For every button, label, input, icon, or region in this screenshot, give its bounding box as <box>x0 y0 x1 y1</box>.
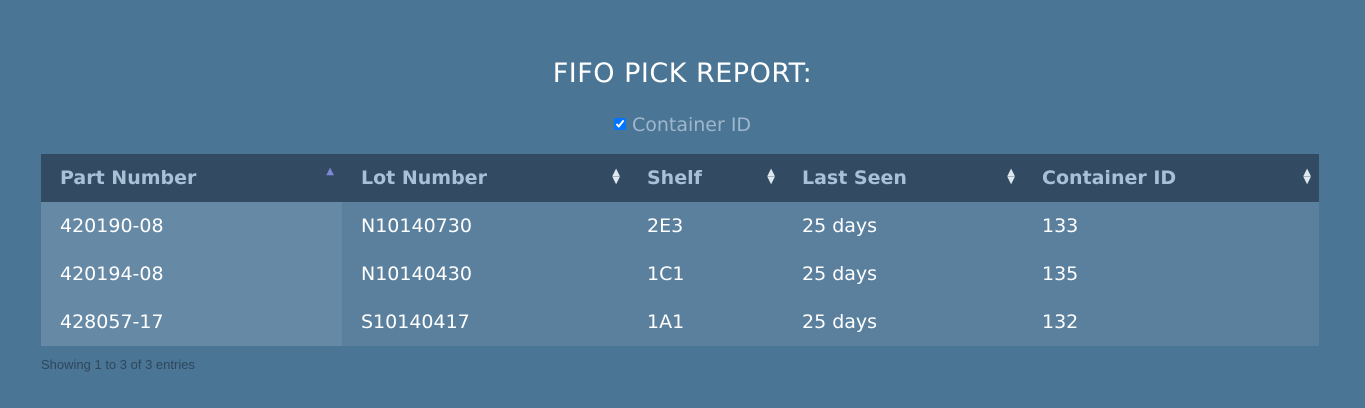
page-title: FIFO PICK REPORT: <box>552 58 813 89</box>
column-toggle-container-id[interactable]: Container ID <box>0 114 1365 136</box>
container-id-checkbox[interactable] <box>613 118 626 130</box>
column-header-part-number[interactable]: Part Number ▲ <box>41 154 342 202</box>
column-header-shelf[interactable]: Shelf ▲ ▼ <box>628 154 783 202</box>
cell-last-seen: 25 days <box>783 202 1023 250</box>
fifo-pick-table: Part Number ▲ Lot Number ▲ ▼ Shelf ▲ ▼ Last S… <box>41 154 1319 346</box>
sort-both-icon: ▲ ▼ <box>1303 167 1311 186</box>
cell-lot-number: S10140417 <box>342 298 628 346</box>
column-header-last-seen[interactable]: Last Seen ▲ ▼ <box>783 154 1023 202</box>
column-label: Last Seen <box>802 167 907 189</box>
sort-ascending-icon: ▲ <box>326 166 334 177</box>
cell-part-number: 420194-08 <box>41 250 342 298</box>
cell-lot-number: N10140730 <box>342 202 628 250</box>
table-header-row: Part Number ▲ Lot Number ▲ ▼ Shelf ▲ ▼ Last S… <box>41 154 1319 202</box>
sort-both-icon: ▲ ▼ <box>1007 167 1015 186</box>
cell-shelf: 1A1 <box>628 298 783 346</box>
cell-shelf: 2E3 <box>628 202 783 250</box>
table-row[interactable]: 420194-08 N10140430 1C1 25 days 135 <box>41 250 1319 298</box>
column-toggle-label: Container ID <box>631 114 752 136</box>
column-label: Lot Number <box>361 167 487 189</box>
cell-last-seen: 25 days <box>783 298 1023 346</box>
cell-shelf: 1C1 <box>628 250 783 298</box>
table-row[interactable]: 420190-08 N10140730 2E3 25 days 133 <box>41 202 1319 250</box>
cell-part-number: 428057-17 <box>41 298 342 346</box>
table-info: Showing 1 to 3 of 3 entries <box>41 357 195 372</box>
cell-last-seen: 25 days <box>783 250 1023 298</box>
table-row[interactable]: 428057-17 S10140417 1A1 25 days 132 <box>41 298 1319 346</box>
cell-lot-number: N10140430 <box>342 250 628 298</box>
cell-container-id: 132 <box>1023 298 1319 346</box>
column-label: Container ID <box>1042 167 1177 189</box>
sort-both-icon: ▲ ▼ <box>612 167 620 186</box>
column-label: Part Number <box>60 167 197 189</box>
cell-container-id: 135 <box>1023 250 1319 298</box>
cell-part-number: 420190-08 <box>41 202 342 250</box>
column-header-container-id[interactable]: Container ID ▲ ▼ <box>1023 154 1319 202</box>
column-label: Shelf <box>647 167 702 189</box>
column-header-lot-number[interactable]: Lot Number ▲ ▼ <box>342 154 628 202</box>
sort-both-icon: ▲ ▼ <box>767 167 775 186</box>
cell-container-id: 133 <box>1023 202 1319 250</box>
